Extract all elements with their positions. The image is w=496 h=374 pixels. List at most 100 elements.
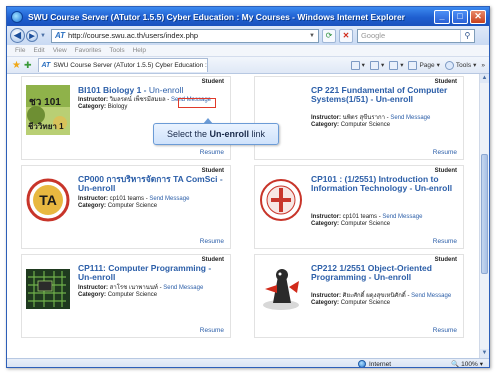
menu-edit[interactable]: Edit bbox=[33, 47, 44, 54]
course-title-wrap: CP212 1/2551 Object-Oriented Programming… bbox=[311, 263, 432, 282]
unenroll-link[interactable]: Un-enroll bbox=[376, 94, 413, 104]
stop-button[interactable]: ✕ bbox=[338, 28, 353, 43]
send-message-link[interactable]: Send Message bbox=[390, 115, 430, 121]
category-value: Computer Science bbox=[340, 122, 391, 128]
favorites-bar: ★ ✚ AT SWU Course Server (ATutor 1.5.5) … bbox=[7, 57, 489, 74]
tools-menu-label: Tools bbox=[455, 61, 472, 69]
resume-link[interactable]: Resume bbox=[433, 238, 457, 245]
search-field[interactable]: Google ⚲ bbox=[356, 28, 475, 43]
instructor-label: Instructor: bbox=[311, 115, 341, 121]
category-value: Computer Science bbox=[340, 221, 391, 227]
send-message-link[interactable]: Send Message bbox=[411, 293, 451, 299]
course-title-wrap: CP111: Computer Programming - Un-enroll bbox=[78, 263, 212, 282]
send-message-link[interactable]: Send Message bbox=[149, 196, 189, 202]
page-content: Student ชว 101 ชีววิทยา 1 BI101 Biology … bbox=[7, 74, 479, 358]
ta-logo-text: TA bbox=[39, 192, 57, 208]
category-value: Computer Science bbox=[107, 292, 158, 298]
scroll-thumb[interactable] bbox=[481, 154, 488, 274]
unenroll-link[interactable]: Un-enroll bbox=[78, 272, 115, 282]
zoom-level: 100% bbox=[461, 360, 478, 368]
category-label: Category: bbox=[311, 122, 340, 128]
category-label: Category: bbox=[78, 292, 107, 298]
window-title: SWU Course Server (ATutor 1.5.5) Cyber E… bbox=[28, 11, 405, 22]
course-thumbnail: ชว 101 ชีววิทยา 1 bbox=[26, 85, 70, 135]
instructor-label: Instructor: bbox=[311, 214, 341, 220]
instructor-label: Instructor: bbox=[78, 196, 108, 202]
send-message-link[interactable]: Send Message bbox=[163, 285, 203, 291]
url-field[interactable]: AT http://course.swu.ac.th/users/index.p… bbox=[50, 28, 319, 43]
menu-help[interactable]: Help bbox=[133, 47, 146, 54]
url-text[interactable]: http://course.swu.ac.th/users/index.php bbox=[68, 31, 309, 40]
address-bar: ◀ ▶ ▼ AT http://course.swu.ac.th/users/i… bbox=[7, 26, 489, 45]
minimize-button[interactable]: _ bbox=[434, 9, 450, 24]
favorites-star-icon[interactable]: ★ bbox=[12, 60, 21, 71]
search-icon[interactable]: ⚲ bbox=[459, 29, 474, 42]
send-message-link[interactable]: Send Message bbox=[382, 214, 422, 220]
category-value: Computer Science bbox=[107, 203, 158, 209]
course-title-link[interactable]: BI101 Biology 1 bbox=[78, 85, 141, 95]
zoom-control[interactable]: 🔍 100% ▾ bbox=[451, 360, 483, 368]
zoom-icon: 🔍 bbox=[451, 361, 460, 368]
forward-button[interactable]: ▶ bbox=[26, 29, 38, 42]
ie-logo-icon bbox=[11, 10, 23, 23]
window-controls: _ □ ✕ bbox=[434, 9, 486, 24]
add-favorite-icon[interactable]: ✚ bbox=[24, 60, 32, 71]
menu-tools[interactable]: Tools bbox=[109, 47, 124, 54]
instructor-name: วิมลรตน์ เพ็ชรมีสมยล bbox=[109, 97, 166, 103]
category-label: Category: bbox=[311, 300, 340, 306]
course-card: Student TA CP000 การบริหารจัดการ TA ComS… bbox=[21, 165, 231, 249]
close-button[interactable]: ✕ bbox=[470, 9, 486, 24]
print-button[interactable]: ▾ bbox=[389, 60, 403, 70]
history-dropdown-icon[interactable]: ▼ bbox=[40, 33, 46, 39]
home-button[interactable]: ▾ bbox=[350, 60, 365, 70]
thumb-word-text: ชีววิทยา 1 bbox=[28, 121, 64, 131]
unenroll-link[interactable]: Un-enroll bbox=[78, 183, 115, 193]
tab-label: SWU Course Server (ATutor 1.5.5) Cyber E… bbox=[53, 62, 207, 69]
refresh-button[interactable]: ⟳ bbox=[321, 28, 336, 43]
menu-view[interactable]: View bbox=[53, 47, 67, 54]
home-icon bbox=[350, 60, 360, 70]
unenroll-highlight bbox=[178, 98, 216, 108]
course-title-wrap: CP000 การบริหารจัดการ TA ComSci - Un-enr… bbox=[78, 174, 223, 193]
instructor-label: Instructor: bbox=[78, 97, 108, 103]
page-icon bbox=[408, 60, 418, 70]
resume-link[interactable]: Resume bbox=[200, 327, 224, 334]
page-menu-button[interactable]: Page ▾ bbox=[408, 60, 440, 70]
course-title-wrap: BI101 Biology 1 - Un-enroll bbox=[78, 85, 184, 95]
course-title-link[interactable]: CP212 1/2551 Object-Oriented Programming bbox=[311, 263, 432, 282]
category-label: Category: bbox=[78, 104, 107, 110]
scroll-up-icon[interactable]: ▲ bbox=[480, 74, 489, 83]
site-favicon-icon: AT bbox=[54, 31, 66, 40]
course-info: Instructor: ศิยะศักดิ์ ผดุงสุขเหนิศักดิ์… bbox=[311, 293, 452, 306]
print-icon bbox=[389, 60, 399, 70]
menu-file[interactable]: File bbox=[15, 47, 25, 54]
resume-link[interactable]: Resume bbox=[433, 327, 457, 334]
vertical-scrollbar[interactable]: ▲ ▼ bbox=[479, 74, 489, 358]
course-card: Student ชว 101 ชีววิทยา 1 BI101 Biology … bbox=[21, 76, 231, 160]
url-dropdown-icon[interactable]: ▼ bbox=[309, 33, 315, 39]
resume-link[interactable]: Resume bbox=[200, 238, 224, 245]
course-title-wrap: CP 221 Fundamental of Computer Systems(1… bbox=[311, 85, 448, 104]
unenroll-link[interactable]: Un-enroll bbox=[149, 85, 184, 95]
resume-link[interactable]: Resume bbox=[200, 149, 224, 156]
course-card: Student CP101 : (1/2551) Introduction to… bbox=[254, 165, 464, 249]
unenroll-link[interactable]: Un-enroll bbox=[374, 272, 411, 282]
tools-menu-button[interactable]: Tools ▾ bbox=[444, 60, 476, 70]
feeds-button[interactable]: ▾ bbox=[369, 60, 384, 70]
tab-current[interactable]: AT SWU Course Server (ATutor 1.5.5) Cybe… bbox=[37, 58, 208, 72]
more-commands-icon[interactable]: » bbox=[481, 62, 485, 69]
back-button[interactable]: ◀ bbox=[10, 28, 25, 43]
course-info: Instructor: สาโรช เนาพานนท์ - Send Messa… bbox=[78, 285, 204, 298]
category-label: Category: bbox=[311, 221, 340, 227]
zoom-dropdown-icon[interactable]: ▾ bbox=[480, 360, 483, 367]
page-menu-label: Page bbox=[419, 61, 435, 69]
menu-favorites[interactable]: Favorites bbox=[75, 47, 102, 54]
unenroll-link[interactable]: Un-enroll bbox=[415, 183, 452, 193]
scroll-down-icon[interactable]: ▼ bbox=[480, 349, 489, 358]
instructor-name: cp101 teams bbox=[342, 214, 378, 220]
maximize-button[interactable]: □ bbox=[452, 9, 468, 24]
instructor-name: นพิตร สุขีนรากา bbox=[342, 115, 385, 121]
resume-link[interactable]: Resume bbox=[433, 149, 457, 156]
search-input[interactable]: Google bbox=[361, 31, 460, 40]
course-info: Instructor: cp101 teams - Send Message C… bbox=[311, 214, 423, 227]
